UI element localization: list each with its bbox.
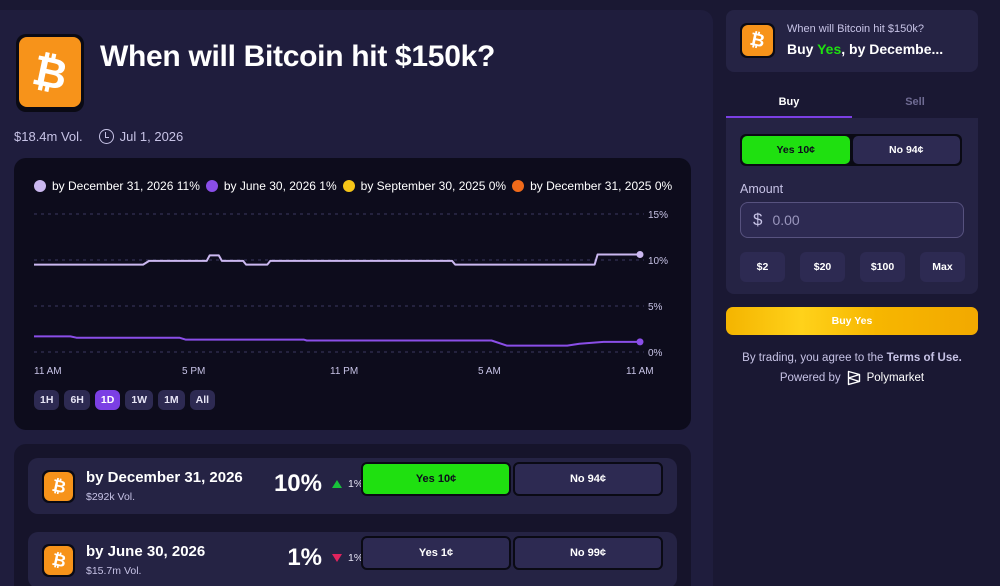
terms-link[interactable]: Terms of Use. bbox=[887, 352, 962, 364]
x-tick-label: 11 PM bbox=[330, 366, 358, 377]
polymarket-icon bbox=[847, 370, 860, 386]
quick-amount-button[interactable]: $100 bbox=[860, 252, 905, 282]
outcome-percent: 1% bbox=[287, 544, 322, 571]
buy-no-button[interactable]: No 99¢ bbox=[513, 536, 663, 570]
tab-buy[interactable]: Buy bbox=[726, 96, 852, 118]
outcome-row[interactable]: ₿ by December 31, 2026 $292k Vol. 10% 1%… bbox=[28, 458, 677, 514]
bitcoin-icon: ₿ bbox=[44, 546, 73, 575]
tab-sell[interactable]: Sell bbox=[852, 96, 978, 118]
bitcoin-icon: ₿ bbox=[742, 25, 773, 56]
range-button-1m[interactable]: 1M bbox=[158, 390, 185, 410]
powered-by: Powered by Polymarket bbox=[726, 370, 978, 386]
amount-input[interactable] bbox=[772, 212, 933, 228]
powered-by-label: Powered by bbox=[779, 372, 841, 384]
bitcoin-icon: ₿ bbox=[44, 472, 73, 501]
terms-prefix: By trading, you agree to the bbox=[742, 352, 887, 364]
outcome-title: by June 30, 2026 bbox=[86, 543, 206, 560]
brand-name: Polymarket bbox=[866, 372, 925, 384]
quick-amount-button[interactable]: $20 bbox=[800, 252, 845, 282]
volume-text: $18.4m Vol. bbox=[14, 129, 83, 144]
outcome-title: by December 31, 2026 bbox=[86, 469, 243, 486]
outcome-change: 1% bbox=[332, 552, 363, 564]
bitcoin-icon: ₿ bbox=[19, 37, 81, 107]
market-logo: ₿ bbox=[740, 23, 775, 58]
dollar-icon: $ bbox=[753, 210, 763, 229]
range-button-6h[interactable]: 6H bbox=[64, 390, 90, 410]
end-date: Jul 1, 2026 bbox=[98, 129, 184, 144]
max-amount-button[interactable]: Max bbox=[920, 252, 965, 282]
selected-outcome-prefix: Buy bbox=[787, 41, 818, 57]
x-tick-label: 11 AM bbox=[626, 366, 654, 377]
chart-card: by December 31, 2026 11% by June 30, 2026… bbox=[14, 158, 691, 430]
no-option-button[interactable]: No 94¢ bbox=[852, 136, 960, 164]
selected-outcome-side: Yes bbox=[817, 41, 842, 57]
y-tick-label: 5% bbox=[648, 302, 663, 313]
outcomes-list: ₿ by December 31, 2026 $292k Vol. 10% 1%… bbox=[14, 444, 691, 586]
market-panel: ₿ When will Bitcoin hit $150k? $18.4m Vo… bbox=[0, 10, 713, 586]
down-arrow-icon bbox=[332, 554, 342, 562]
outcome-change: 1% bbox=[332, 478, 363, 490]
outcome-percent: 10% bbox=[273, 470, 322, 497]
amount-label: Amount bbox=[740, 182, 784, 196]
y-tick-label: 0% bbox=[648, 348, 663, 359]
x-tick-label: 5 AM bbox=[478, 366, 501, 377]
series-line-1 bbox=[34, 335, 640, 347]
y-tick-label: 10% bbox=[648, 256, 668, 267]
price-chart[interactable]: 15% 10% 5% 0% 11 AM 5 PM 11 PM 5 AM 11 AM bbox=[14, 158, 691, 388]
up-arrow-icon bbox=[332, 480, 342, 488]
quick-amounts: $2 $20 $100 Max bbox=[740, 252, 965, 282]
range-button-all[interactable]: All bbox=[189, 390, 216, 410]
x-tick-label: 5 PM bbox=[182, 366, 205, 377]
outcome-logo: ₿ bbox=[42, 470, 75, 503]
series-end-point bbox=[636, 338, 644, 346]
clock-icon bbox=[98, 129, 114, 144]
series-end-point bbox=[636, 250, 644, 258]
outcome-toggle: Yes 10¢ No 94¢ bbox=[740, 134, 962, 166]
trade-tabs: Buy Sell bbox=[726, 96, 978, 118]
x-tick-label: 11 AM bbox=[34, 366, 62, 377]
terms-notice: By trading, you agree to the Terms of Us… bbox=[726, 352, 978, 364]
yes-option-button[interactable]: Yes 10¢ bbox=[742, 136, 850, 164]
page-title: When will Bitcoin hit $150k? bbox=[100, 40, 495, 73]
end-date-text: Jul 1, 2026 bbox=[119, 129, 184, 144]
outcome-row[interactable]: ₿ by June 30, 2026 $15.7m Vol. 1% 1% Yes… bbox=[28, 532, 677, 586]
outcome-volume: $15.7m Vol. bbox=[86, 565, 142, 577]
quick-amount-button[interactable]: $2 bbox=[740, 252, 785, 282]
buy-no-button[interactable]: No 94¢ bbox=[513, 462, 663, 496]
time-range-selector: 1H 6H 1D 1W 1M All bbox=[34, 390, 216, 410]
buy-yes-button[interactable]: Yes 1¢ bbox=[361, 536, 511, 570]
market-logo: ₿ bbox=[16, 34, 84, 112]
outcome-logo: ₿ bbox=[42, 544, 75, 577]
selected-outcome: Buy Yes, by Decembe... bbox=[787, 41, 943, 57]
amount-field[interactable]: $ bbox=[740, 202, 964, 238]
selected-market-card: ₿ When will Bitcoin hit $150k? Buy Yes, … bbox=[726, 10, 978, 72]
range-button-1w[interactable]: 1W bbox=[125, 390, 154, 410]
selected-market-question: When will Bitcoin hit $150k? bbox=[787, 23, 924, 35]
buy-submit-button[interactable]: Buy Yes bbox=[726, 307, 978, 335]
selected-outcome-suffix: , by Decembe... bbox=[841, 41, 944, 57]
y-tick-label: 15% bbox=[648, 210, 668, 221]
market-meta: $18.4m Vol. Jul 1, 2026 bbox=[14, 129, 183, 144]
range-button-1d[interactable]: 1D bbox=[94, 390, 121, 410]
range-button-1h[interactable]: 1H bbox=[34, 390, 60, 410]
order-form: Yes 10¢ No 94¢ Amount $ $2 $20 $100 Max bbox=[726, 118, 978, 294]
buy-yes-button[interactable]: Yes 10¢ bbox=[361, 462, 511, 496]
outcome-volume: $292k Vol. bbox=[86, 491, 136, 503]
